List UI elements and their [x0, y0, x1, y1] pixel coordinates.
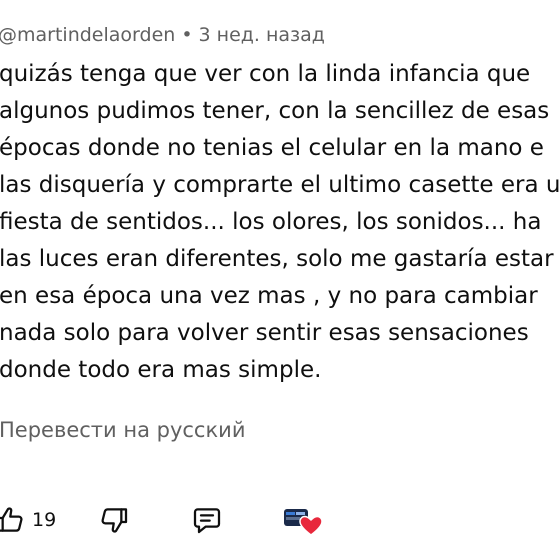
- comment-text-line: fiesta de sentidos... los olores, los so…: [0, 209, 542, 235]
- comment-author[interactable]: @martindelaorden: [0, 24, 175, 46]
- comment-actions: 19: [0, 500, 560, 540]
- comment-text: quizás tenga que ver con la linda infanc…: [0, 56, 560, 389]
- reply-button[interactable]: [191, 500, 223, 540]
- comment-text-line: las disquería y comprarte el ultimo case…: [0, 172, 560, 198]
- meta-separator: •: [181, 24, 193, 46]
- creator-heart-badge: [283, 500, 323, 540]
- comment-meta: @martindelaorden • 3 нед. назад: [0, 22, 325, 48]
- comment-text-line: nada solo para volver sentir esas sensac…: [0, 320, 529, 346]
- like-count: 19: [32, 509, 57, 531]
- translate-button[interactable]: Перевести на русский: [0, 415, 245, 445]
- comment-text-line: quizás tenga que ver con la linda infanc…: [0, 61, 531, 87]
- comment-text-line: las luces eran diferentes, solo me gasta…: [0, 246, 554, 272]
- thumbs-down-icon: [98, 504, 130, 536]
- thumbs-up-icon: [0, 504, 26, 536]
- like-button[interactable]: 19: [0, 500, 56, 540]
- comment-text-line: donde todo era mas simple.: [0, 357, 322, 383]
- dislike-button[interactable]: [98, 500, 130, 540]
- comment-card: @martindelaorden • 3 нед. назад quizás ten…: [0, 0, 560, 560]
- comment-text-line: épocas donde no tenias el celular en la …: [0, 135, 544, 161]
- creator-heart-icon: [283, 502, 323, 538]
- comment-timestamp[interactable]: 3 нед. назад: [199, 24, 325, 46]
- comment-text-line: en esa época una vez mas , y no para cam…: [0, 283, 538, 309]
- reply-comment-icon: [191, 504, 223, 536]
- comment-text-line: algunos pudimos tener, con la sencillez …: [0, 98, 550, 124]
